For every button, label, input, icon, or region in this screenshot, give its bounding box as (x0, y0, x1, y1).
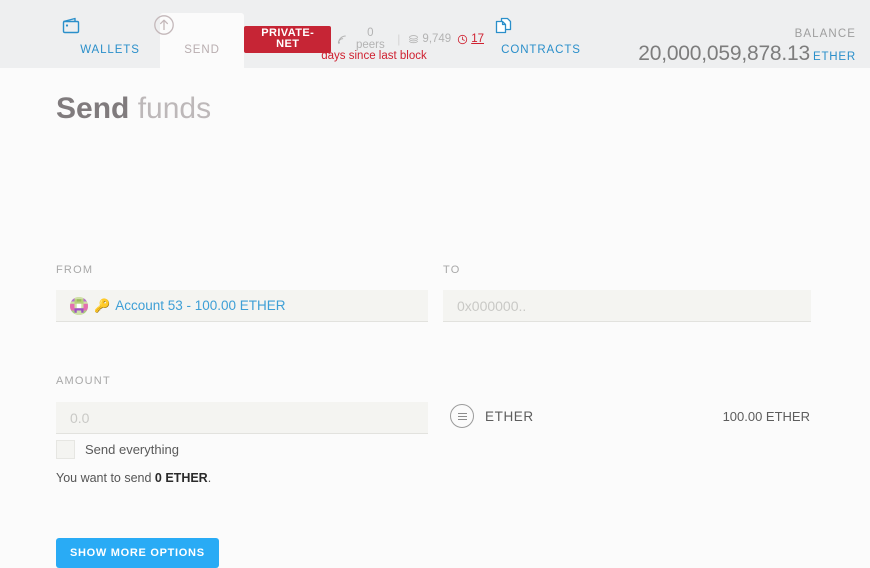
blocks-icon (408, 34, 419, 45)
tab-contracts[interactable]: CONTRACTS (489, 12, 593, 56)
network-badge: PRIVATE-NET (244, 25, 332, 53)
to-label: TO (443, 264, 461, 276)
peers-status: 0 peers (337, 27, 389, 51)
summary-prefix: You want to send (56, 471, 155, 485)
send-summary: You want to send 0 ETHER. (56, 471, 211, 485)
block-number: 9,749 (422, 33, 452, 45)
send-everything-row[interactable]: Send everything (56, 440, 179, 459)
send-arrow-icon (150, 12, 254, 40)
currency-name: ETHER (485, 408, 534, 424)
tab-send[interactable]: SEND (150, 12, 254, 56)
peers-count: 0 peers (355, 27, 385, 51)
page-title-strong: Send (56, 92, 130, 125)
days-count: 17 (471, 33, 484, 45)
last-block-time: 17 (457, 33, 484, 45)
balance-display: BALANCE 20,000,059,878.13 ETHER (638, 28, 856, 65)
amount-input[interactable] (56, 402, 428, 434)
balance-label: BALANCE (794, 28, 856, 40)
tab-contracts-label: CONTRACTS (501, 44, 581, 56)
show-more-options-button[interactable]: SHOW MORE OPTIONS (56, 538, 219, 568)
balance-unit: ETHER (813, 51, 856, 63)
main-navigation: WALLETS SEND PRIVATE-NET 0 peers | 9,749… (0, 12, 870, 68)
summary-amount: 0 ETHER (154, 471, 208, 485)
from-account-text: Account 53 - 100.00 ETHER (115, 298, 286, 313)
summary-suffix: . (207, 471, 212, 485)
app-header: WALLETS SEND PRIVATE-NET 0 peers | 9,749… (0, 0, 870, 71)
from-account-select[interactable]: 🔑 Account 53 - 100.00 ETHER (56, 290, 428, 322)
network-status-row: PRIVATE-NET 0 peers | 9,749 17 (244, 25, 484, 53)
tab-wallets[interactable]: WALLETS (58, 12, 162, 56)
network-status: PRIVATE-NET 0 peers | 9,749 17 days sinc… (244, 25, 484, 62)
main-content: Send funds FROM 🔑 Account 53 - 100.00 ET… (0, 68, 870, 568)
signal-icon (337, 34, 348, 45)
currency-available: 100.00 ETHER (722, 408, 810, 424)
wallet-icon (58, 12, 162, 40)
balance-value: 20,000,059,878.13 (638, 42, 811, 65)
identicon-avatar (70, 296, 88, 315)
status-divider: | (397, 32, 401, 46)
page-title-light: funds (129, 92, 212, 125)
documents-icon (489, 12, 593, 40)
tab-send-label: SEND (184, 44, 220, 56)
block-status: 9,749 (408, 33, 451, 45)
send-everything-checkbox[interactable] (56, 440, 75, 459)
balance-amount-row: 20,000,059,878.13 ETHER (638, 43, 856, 65)
currency-row[interactable]: ETHER 100.00 ETHER (450, 404, 810, 428)
clock-icon (457, 34, 468, 45)
to-address-input[interactable] (443, 290, 811, 322)
from-label: FROM (56, 264, 94, 276)
tab-wallets-label: WALLETS (80, 44, 140, 56)
send-everything-label: Send everything (85, 442, 179, 457)
amount-label: AMOUNT (56, 375, 111, 387)
page-title: Send funds (56, 92, 211, 126)
list-circle-icon (450, 404, 474, 428)
key-icon: 🔑 (94, 298, 111, 313)
